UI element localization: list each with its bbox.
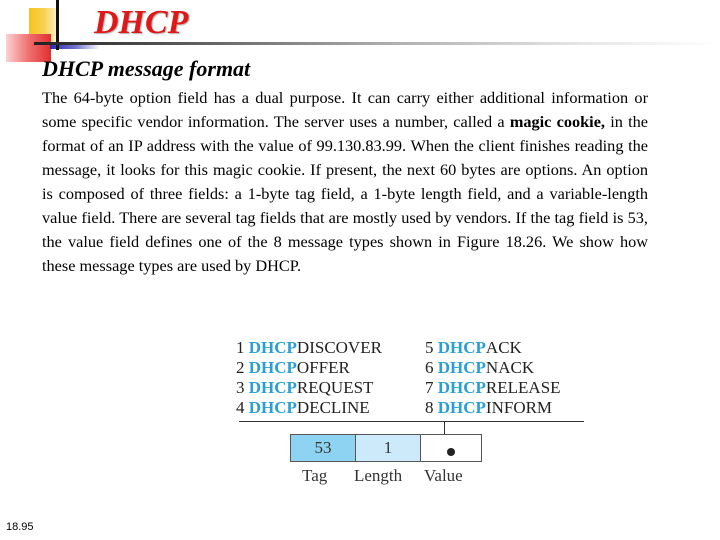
length-field: 1 [356,435,421,461]
dhcp-message-types-figure: 1 DHCPDISCOVER 2 DHCPOFFER 3 DHCPREQUEST… [236,338,586,488]
message-type-prefix: DHCP [437,378,486,397]
message-type-suffix: RELEASE [485,378,561,397]
message-type-suffix: OFFER [296,358,350,377]
message-type-item: 8 DHCPINFORM [425,398,552,418]
message-type-item: 3 DHCPREQUEST [236,378,373,398]
message-type-number: 8 [425,398,434,417]
message-type-prefix: DHCP [248,398,297,417]
message-type-item: 1 DHCPDISCOVER [236,338,382,358]
bracket-line [239,421,584,422]
message-type-number: 6 [425,358,434,377]
message-type-item: 6 DHCPNACK [425,358,534,378]
message-type-prefix: DHCP [248,338,297,357]
value-field [421,435,481,461]
tag-field: 53 [291,435,356,461]
value-label: Value [424,466,463,485]
message-type-suffix: INFORM [485,398,553,417]
length-label: Length [354,466,403,485]
message-type-item: 4 DHCPDECLINE [236,398,370,418]
message-type-prefix: DHCP [437,398,486,417]
body-text-part2: in the format of an IP address with the … [42,112,649,275]
message-type-suffix: ACK [485,338,522,357]
message-type-suffix: REQUEST [296,378,374,397]
message-type-prefix: DHCP [248,378,297,397]
message-type-item: 5 DHCPACK [425,338,522,358]
message-type-number: 5 [425,338,434,357]
message-type-prefix: DHCP [248,358,297,377]
message-type-number: 7 [425,378,434,397]
message-type-number: 3 [236,378,245,397]
message-type-item: 7 DHCPRELEASE [425,378,561,398]
message-type-number: 4 [236,398,245,417]
connector-dot [447,448,455,456]
tag-label: Tag [302,466,328,485]
message-type-suffix: DECLINE [296,398,370,417]
magic-cookie-term: magic cookie, [509,112,606,131]
message-type-suffix: DISCOVER [296,338,382,357]
slide-subtitle: DHCP message format [42,56,251,81]
title-underline [34,42,720,45]
page-number: 18.95 [6,521,34,533]
option-fields: 53 1 [290,434,482,462]
message-type-prefix: DHCP [437,338,486,357]
message-type-number: 1 [236,338,245,357]
message-type-prefix: DHCP [437,358,486,377]
body-paragraph: The 64-byte option field has a dual purp… [42,86,648,278]
message-type-number: 2 [236,358,245,377]
message-type-item: 2 DHCPOFFER [236,358,350,378]
slide-title: DHCP [94,4,189,41]
message-type-suffix: NACK [485,358,535,377]
